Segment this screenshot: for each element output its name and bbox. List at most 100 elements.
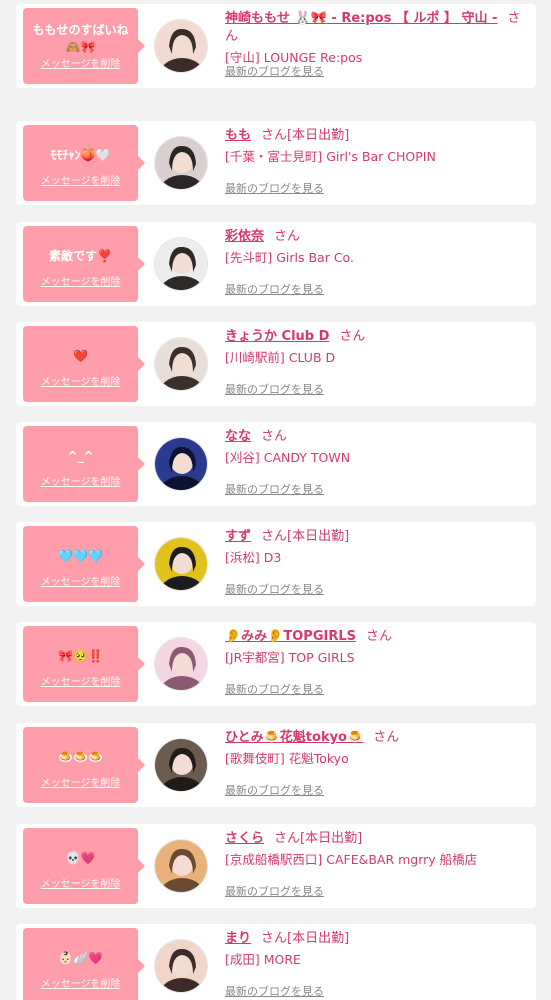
avatar[interactable] [154,337,208,391]
latest-blog-link[interactable]: 最新のブログを見る [225,281,324,297]
profile-name-link[interactable]: まり [225,931,251,946]
message-bubble: ももせのすばいね 🙈🎀 メッセージを削除 [23,8,145,84]
profile-name-link[interactable]: ひとみ🍮花魁tokyo🍮 [225,730,363,745]
attendance-badge: [本日出勤] [300,831,363,846]
avatar[interactable] [154,237,208,291]
avatar[interactable] [154,637,208,691]
message-list: ももせのすばいね 🙈🎀 メッセージを削除 神崎ももせ 🐰🎀 - Re:pos 【… [0,0,551,1000]
latest-blog-link[interactable]: 最新のブログを見る [225,983,324,999]
latest-blog-link[interactable]: 最新のブログを見る [225,180,324,196]
message-card: 🩵🩵🩵 メッセージを削除 すず さん[本日出勤] [浜松] D3 最新のブログを見… [16,522,536,606]
profile-info: きょうか Club D さん [川崎駅前] CLUB D [225,328,528,366]
delete-message-link[interactable]: メッセージを削除 [23,172,138,187]
profile-name-link[interactable]: きょうか Club D [225,329,329,344]
message-card: 🎀🥺‼️ メッセージを削除 👂みみ👂TOPGIRLS さん [JR宇都宮] TOP… [16,622,536,706]
message-text: 🩵🩵🩵 [58,549,103,563]
honorific: さん [261,529,288,544]
profile-name-link[interactable]: すず [225,529,251,544]
profile-info: すず さん[本日出勤] [浜松] D3 [225,528,528,566]
avatar[interactable] [154,437,208,491]
profile-info: ひとみ🍮花魁tokyo🍮 さん [歌舞伎町] 花魁Tokyo [225,729,528,767]
delete-message-link[interactable]: メッセージを削除 [23,774,138,789]
honorific: さん [261,931,288,946]
name-line: もも さん[本日出勤] [225,127,528,145]
honorific: さん [261,429,288,444]
shop-info: [先斗町] Girls Bar Co. [225,250,354,265]
profile-name-link[interactable]: 彩依奈 [225,229,264,244]
shop-info: [千葉・富士見町] Girl's Bar CHOPIN [225,149,436,164]
latest-blog-link[interactable]: 最新のブログを見る [225,782,324,798]
shop-info: [成田] MORE [225,952,301,967]
honorific: さん [365,629,392,644]
delete-message-link[interactable]: メッセージを削除 [23,473,138,488]
profile-info: なな さん [刈谷] CANDY TOWN [225,428,528,466]
profile-name-link[interactable]: さくら [225,831,264,846]
message-text: 💀💗 [65,851,96,865]
delete-message-link[interactable]: メッセージを削除 [23,673,138,688]
latest-blog-link[interactable]: 最新のブログを見る [225,63,324,79]
message-bubble: 🍮🍮🍮 メッセージを削除 [23,727,145,803]
name-line: まり さん[本日出勤] [225,930,528,948]
message-card: 👶🏻🪽💗 メッセージを削除 まり さん[本日出勤] [成田] MORE 最新のブロ… [16,924,536,1000]
avatar[interactable] [154,939,208,993]
delete-message-link[interactable]: メッセージを削除 [23,273,138,288]
latest-blog-link[interactable]: 最新のブログを見る [225,681,324,697]
message-card: ❤️ メッセージを削除 きょうか Club D さん [川崎駅前] CLUB D … [16,322,536,406]
avatar-photo [155,940,207,992]
shop-info: [川崎駅前] CLUB D [225,350,336,365]
avatar[interactable] [154,839,208,893]
message-bubble: ^_^ メッセージを削除 [23,426,145,502]
honorific: さん [261,128,288,143]
latest-blog-link[interactable]: 最新のブログを見る [225,381,324,397]
latest-blog-link[interactable]: 最新のブログを見る [225,883,324,899]
avatar-photo [155,20,207,72]
profile-info: まり さん[本日出勤] [成田] MORE [225,930,528,968]
avatar-photo [155,840,207,892]
message-bubble: 🩵🩵🩵 メッセージを削除 [23,526,145,602]
profile-info: もも さん[本日出勤] [千葉・富士見町] Girl's Bar CHOPIN [225,127,528,165]
shop-info: [歌舞伎町] 花魁Tokyo [225,751,349,766]
message-bubble: 素敵です❣️ メッセージを削除 [23,226,145,302]
delete-message-link[interactable]: メッセージを削除 [23,373,138,388]
avatar[interactable] [154,136,208,190]
delete-message-link[interactable]: メッセージを削除 [23,573,138,588]
profile-name-link[interactable]: なな [225,429,251,444]
shop-info: [JR宇都宮] TOP GIRLS [225,650,355,665]
message-text: ❤️ [73,349,88,363]
delete-message-link[interactable]: メッセージを削除 [23,55,138,70]
message-bubble: ﾓﾓﾁｬﾝ🍑🤍 メッセージを削除 [23,125,145,201]
avatar[interactable] [154,19,208,73]
latest-blog-link[interactable]: 最新のブログを見る [225,481,324,497]
shop-info: [浜松] D3 [225,550,282,565]
name-line: きょうか Club D さん [225,328,528,346]
shop-info: [京成船橋駅西口] CAFE&BAR mgrry 船橋店 [225,852,478,867]
honorific: さん [373,730,400,745]
name-line: なな さん [225,428,528,446]
avatar[interactable] [154,738,208,792]
profile-name-link[interactable]: 👂みみ👂TOPGIRLS [225,629,356,644]
message-card: ももせのすばいね 🙈🎀 メッセージを削除 神崎ももせ 🐰🎀 - Re:pos 【… [16,4,536,88]
message-bubble: 🎀🥺‼️ メッセージを削除 [23,626,145,702]
honorific: さん [339,329,366,344]
delete-message-link[interactable]: メッセージを削除 [23,975,138,990]
avatar-photo [155,739,207,791]
profile-name-link[interactable]: 神崎ももせ 🐰🎀 - Re:pos 【 ルポ 】 守山 - [225,11,497,26]
profile-name-link[interactable]: もも [225,128,251,143]
message-text: 🍮🍮🍮 [58,750,103,764]
profile-info: 神崎ももせ 🐰🎀 - Re:pos 【 ルポ 】 守山 - さん [守山] LOU… [225,10,528,66]
profile-info: 彩依奈 さん [先斗町] Girls Bar Co. [225,228,528,266]
profile-info: さくら さん[本日出勤] [京成船橋駅西口] CAFE&BAR mgrry 船橋店 [225,830,528,868]
avatar-photo [155,238,207,290]
name-line: さくら さん[本日出勤] [225,830,528,848]
message-card: ^_^ メッセージを削除 なな さん [刈谷] CANDY TOWN 最新のブログ… [16,422,536,506]
avatar-photo [155,338,207,390]
message-text: 素敵です❣️ [49,249,112,263]
message-text: 👶🏻🪽💗 [58,951,103,965]
avatar[interactable] [154,537,208,591]
message-text: ^_^ [67,449,94,463]
delete-message-link[interactable]: メッセージを削除 [23,875,138,890]
name-line: ひとみ🍮花魁tokyo🍮 さん [225,729,528,747]
message-text: ももせのすばいね 🙈🎀 [32,23,129,54]
message-text: 🎀🥺‼️ [58,649,103,663]
latest-blog-link[interactable]: 最新のブログを見る [225,581,324,597]
